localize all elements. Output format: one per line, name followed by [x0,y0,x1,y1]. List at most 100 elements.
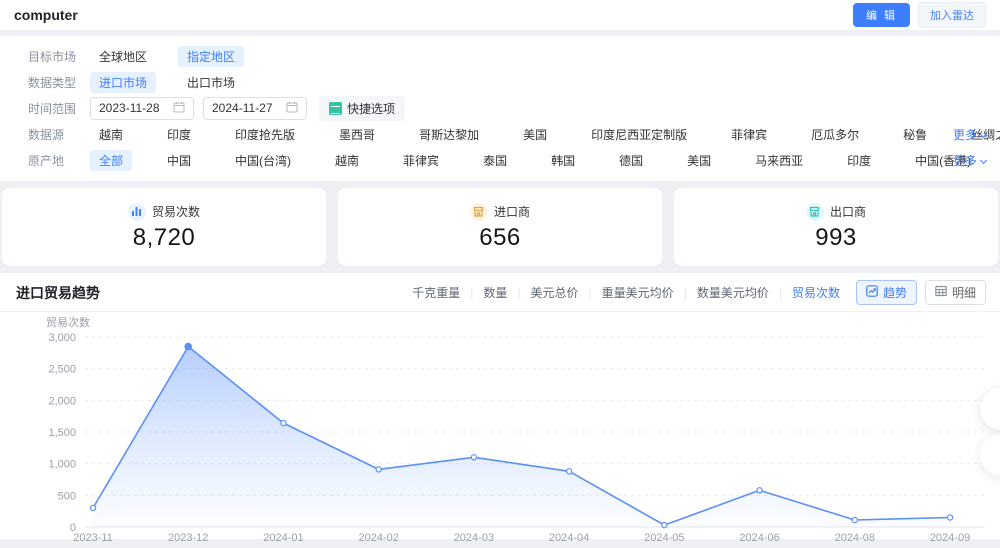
filter-chip[interactable]: 厄瓜多尔 [802,124,868,145]
trend-view-button[interactable]: 趋势 [856,280,917,305]
end-date-input[interactable]: 2024-11-27 [203,97,307,120]
origin-options: 全部中国中国(台湾)越南菲律宾泰国韩国德国美国马来西亚印度中国(香港)印度尼西亚… [90,150,1000,171]
svg-text:2,500: 2,500 [48,364,76,376]
origin-more-link[interactable]: 更多 [953,152,986,169]
filter-chip[interactable]: 出口市场 [178,72,244,93]
filter-chip[interactable]: 进口市场 [90,72,156,93]
stat-card-trade-count: 贸易次数 8,720 [2,188,326,266]
page-title: computer [14,7,78,23]
stat-value: 656 [479,224,521,252]
chart-panel: 进口贸易趋势 千克重量|数量|美元总价|重量美元均价|数量美元均价|贸易次数 趋… [0,273,1000,539]
stat-label: 进口商 [494,203,530,220]
filter-chip[interactable]: 越南 [90,124,132,145]
filter-chip[interactable]: 印度尼西亚定制版 [582,124,696,145]
svg-text:2024-09: 2024-09 [930,532,970,544]
trend-line-chart[interactable]: 贸易次数05001,0001,5002,0002,5003,0002023-11… [0,312,1000,545]
filter-row-origin: 原产地 全部中国中国(台湾)越南菲律宾泰国韩国德国美国马来西亚印度中国(香港)印… [28,147,988,173]
filter-label: 原产地 [28,152,90,169]
metric-divider: | [589,286,592,300]
metric-option[interactable]: 千克重量 [412,284,460,301]
filter-chip[interactable]: 中国(台湾) [226,150,300,171]
bar-chart-icon [128,203,146,221]
filter-chip[interactable]: 指定地区 [178,46,244,67]
svg-text:2,000: 2,000 [48,395,76,407]
filter-chip[interactable]: 全部 [90,150,132,171]
metric-option[interactable]: 重量美元均价 [602,284,674,301]
view-switcher: 趋势 明细 [856,280,986,305]
filter-chip[interactable]: 越南 [326,150,368,171]
top-bar: computer 编 辑 加入雷达 [0,0,1000,30]
svg-text:2024-03: 2024-03 [454,532,494,544]
filter-chip[interactable]: 印度 [838,150,880,171]
quick-options-label: 快捷选项 [347,100,395,117]
data-source-options: 越南印度印度抢先版墨西哥哥斯达黎加美国印度尼西亚定制版菲律宾厄瓜多尔秘鲁丝绸之路… [90,124,1000,145]
quick-options-button[interactable]: 快捷选项 [319,96,405,121]
metric-divider: | [470,286,473,300]
filter-chip[interactable]: 秘鲁 [894,124,936,145]
target-market-options: 全球地区 指定地区 [90,46,244,67]
stat-card-exporters: 出口商 993 [674,188,998,266]
filter-chip[interactable]: 马来西亚 [746,150,812,171]
add-to-radar-button[interactable]: 加入雷达 [918,2,986,28]
svg-text:500: 500 [58,490,76,502]
stat-value: 993 [815,224,857,252]
stat-card-importers: 进口商 656 [338,188,662,266]
metric-option[interactable]: 数量美元均价 [697,284,769,301]
stat-label: 贸易次数 [152,203,200,220]
stat-value: 8,720 [133,224,196,252]
filter-chip[interactable]: 泰国 [474,150,516,171]
stat-label: 出口商 [830,203,866,220]
svg-text:3,000: 3,000 [48,332,76,344]
chart-controls: 千克重量|数量|美元总价|重量美元均价|数量美元均价|贸易次数 趋势 明细 [412,280,986,305]
filter-chip[interactable]: 菲律宾 [722,124,776,145]
filter-chip[interactable]: 德国 [610,150,652,171]
filter-chip[interactable]: 墨西哥 [330,124,384,145]
start-date-value: 2023-11-28 [99,101,160,115]
svg-text:2024-01: 2024-01 [263,532,303,544]
exporter-icon [806,203,824,221]
chart-header: 进口贸易趋势 千克重量|数量|美元总价|重量美元均价|数量美元均价|贸易次数 趋… [0,273,1000,312]
trend-icon [866,285,878,300]
edit-button[interactable]: 编 辑 [853,3,910,27]
svg-text:2024-05: 2024-05 [644,532,684,544]
filter-row-data-source: 数据源 越南 印度 印度抢先版 墨西哥 哥斯达黎加 美国 印度尼西亚定制版 菲律宾 厄瓜多尔 秘鲁… [28,121,988,147]
metric-option[interactable]: 贸易次数 [792,284,840,301]
filter-chip[interactable]: 韩国 [542,150,584,171]
metric-switcher: 千克重量|数量|美元总价|重量美元均价|数量美元均价|贸易次数 [412,284,840,301]
end-date-value: 2024-11-27 [212,101,273,115]
chevron-down-icon [980,130,987,137]
metric-divider: | [684,286,687,300]
stats-row: 贸易次数 8,720 进口商 656 出口商 993 [2,188,998,266]
svg-text:1,000: 1,000 [48,459,76,471]
filter-chip[interactable]: 哥斯达黎加 [410,124,488,145]
filter-chip[interactable]: 美国 [678,150,720,171]
data-source-more-link[interactable]: 更多 [953,126,986,143]
importer-icon [470,203,488,221]
filter-label: 数据源 [28,126,90,143]
filter-chip[interactable]: 印度 [158,124,200,145]
filter-chip[interactable]: 美国 [514,124,556,145]
filter-chip[interactable]: 菲律宾 [394,150,448,171]
detail-view-button[interactable]: 明细 [925,280,986,305]
filter-label: 时间范围 [28,100,90,117]
metric-divider: | [517,286,520,300]
filter-chip[interactable]: 中国 [158,150,200,171]
metric-option[interactable]: 数量 [483,284,507,301]
topbar-actions: 编 辑 加入雷达 [853,2,986,28]
chevron-down-icon [980,156,987,163]
chart-title: 进口贸易趋势 [16,283,100,303]
svg-text:2024-06: 2024-06 [739,532,779,544]
svg-text:2023-12: 2023-12 [168,532,208,544]
filter-label: 目标市场 [28,48,90,65]
filter-chip[interactable]: 全球地区 [90,46,156,67]
filter-label: 数据类型 [28,74,90,91]
svg-text:2024-08: 2024-08 [835,532,875,544]
svg-text:贸易次数: 贸易次数 [46,315,90,329]
svg-text:1,500: 1,500 [48,427,76,439]
filter-row-target-market: 目标市场 全球地区 指定地区 [28,43,988,69]
start-date-input[interactable]: 2023-11-28 [90,97,194,120]
data-type-options: 进口市场 出口市场 [90,72,244,93]
filter-chip[interactable]: 印度抢先版 [226,124,304,145]
filter-panel: 目标市场 全球地区 指定地区 数据类型 进口市场 出口市场 时间范围 2023-11… [0,36,1000,181]
metric-option[interactable]: 美元总价 [531,284,579,301]
